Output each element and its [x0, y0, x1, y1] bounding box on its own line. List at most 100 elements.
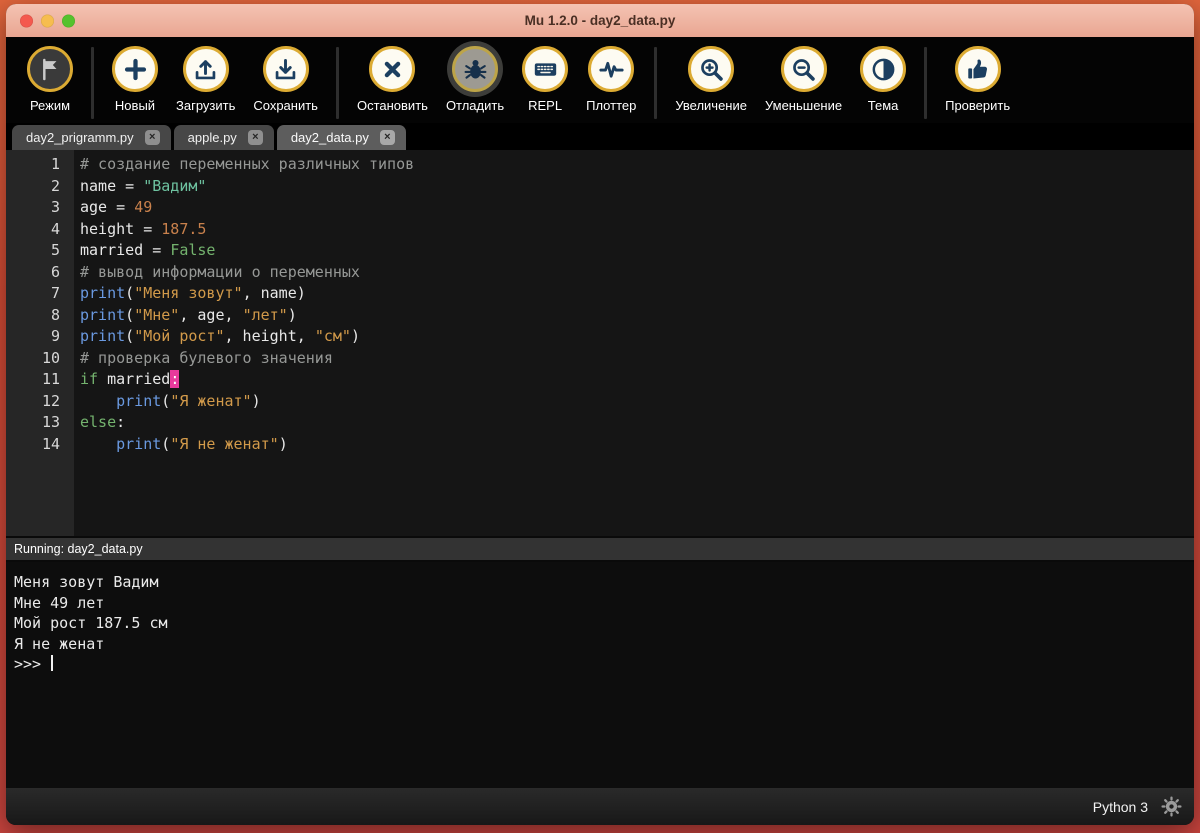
- code-editor[interactable]: 1 2 3 4 5 6 7 8 9 10 11 12 13 14 # создание переменны…: [6, 150, 1194, 536]
- tab-day2_prigramm.py[interactable]: day2_prigramm.py ×: [12, 125, 171, 150]
- close-window-button[interactable]: [20, 14, 33, 27]
- zoom-in-button[interactable]: Увеличение: [666, 44, 756, 115]
- zoom-out-button[interactable]: Уменьшение: [756, 44, 851, 115]
- zoom-window-button[interactable]: [62, 14, 75, 27]
- code-token: else: [80, 413, 117, 431]
- code-line: married = False: [80, 240, 1194, 262]
- settings-gear-icon[interactable]: [1161, 796, 1182, 817]
- debug-button[interactable]: Отладить: [437, 44, 513, 115]
- new-plus-icon: [112, 46, 158, 92]
- line-number: 7: [50, 284, 60, 302]
- code-line: print("Меня зовут", name): [80, 283, 1194, 305]
- toolbar: Режим Новый Загрузить Сохранить Остановить От…: [6, 37, 1194, 123]
- code-token: 187.5: [161, 219, 207, 238]
- code-token: , height,: [224, 327, 315, 345]
- code-token: print: [80, 327, 126, 345]
- toolbar-button-label: Отладить: [445, 98, 505, 113]
- python-mode-label: Python 3: [1092, 798, 1148, 815]
- running-status-text: Running: day2_data.py: [14, 542, 143, 556]
- toolbar-separator: [654, 47, 658, 119]
- repl-caret: [51, 655, 54, 671]
- running-status-bar: Running: day2_data.py: [6, 536, 1194, 562]
- stop-button[interactable]: Остановить: [348, 44, 437, 115]
- toolbar-button-label: Новый: [114, 98, 156, 113]
- code-area[interactable]: # создание переменных различных типов nam…: [74, 150, 1194, 536]
- line-number: 5: [50, 241, 60, 259]
- code-token: ): [287, 305, 297, 324]
- line-number: 6: [50, 262, 60, 281]
- repl-button[interactable]: REPL: [513, 44, 577, 115]
- tab-close-icon[interactable]: ×: [379, 130, 395, 145]
- desktop-background: Mu 1.2.0 - day2_data.py Режим Новый Загруз…: [0, 0, 1200, 833]
- code-token: height =: [80, 219, 162, 238]
- code-token: , age,: [179, 305, 243, 324]
- code-token: # вывод информации о переменных: [80, 262, 360, 281]
- tab-label: apple.py: [187, 130, 237, 145]
- code-token: # создание переменных различных типов: [80, 155, 415, 173]
- line-number: 12: [41, 391, 60, 410]
- code-token: ): [278, 434, 288, 453]
- code-token: (: [125, 305, 135, 324]
- window-title: Mu 1.2.0 - day2_data.py: [524, 13, 676, 28]
- code-token: False: [170, 241, 216, 259]
- mode-flag-icon: [27, 46, 73, 92]
- minimize-window-button[interactable]: [41, 14, 54, 27]
- toolbar-button-label: Режим: [29, 98, 71, 113]
- code-line: # создание переменных различных типов: [80, 154, 1194, 176]
- code-line: else:: [80, 412, 1194, 434]
- code-token: married =: [80, 241, 171, 259]
- traffic-lights: [20, 14, 75, 27]
- plotter-button[interactable]: Плоттер: [577, 44, 645, 115]
- toolbar-button-label: Тема: [867, 98, 899, 113]
- tab-day2_data.py[interactable]: day2_data.py ×: [276, 125, 406, 150]
- line-number: 1: [50, 155, 60, 173]
- toolbar-button-label: Увеличение: [675, 98, 747, 113]
- toolbar-button-label: Проверить: [945, 98, 1011, 113]
- repl-output-line: Меня зовут Вадим: [14, 573, 159, 591]
- code-token: "лет": [242, 305, 288, 324]
- code-line: # проверка булевого значения: [80, 348, 1194, 370]
- toolbar-separator: [91, 47, 94, 119]
- code-token: (: [161, 434, 171, 453]
- mode-button[interactable]: Режим: [18, 44, 82, 115]
- code-line: print("Мне", age, "лет"): [80, 305, 1194, 327]
- code-token: print: [116, 434, 162, 453]
- line-number: 8: [50, 305, 60, 324]
- code-line: age = 49: [80, 197, 1194, 219]
- code-token: "Мне": [134, 305, 180, 324]
- line-number-gutter: 1 2 3 4 5 6 7 8 9 10 11 12 13 14: [6, 150, 74, 536]
- tab-label: day2_prigramm.py: [26, 130, 134, 145]
- code-token: 49: [134, 198, 153, 216]
- line-number: 14: [41, 434, 60, 453]
- zoom-out-icon: [780, 46, 827, 92]
- code-line: if married:: [80, 369, 1194, 391]
- toolbar-button-label: Плоттер: [586, 98, 637, 113]
- repl-prompt-line: >>>: [14, 654, 1194, 675]
- debug-bug-icon: [452, 46, 499, 92]
- repl-output-line: Мой рост 187.5 см: [14, 614, 168, 632]
- repl-output-line: Мне 49 лет: [14, 593, 105, 612]
- line-number: 4: [50, 219, 60, 238]
- toolbar-separator: [924, 47, 928, 119]
- code-token: (: [125, 327, 135, 345]
- tab-close-icon[interactable]: ×: [144, 130, 160, 145]
- repl-prompt: >>>: [14, 655, 51, 673]
- save-button[interactable]: Сохранить: [244, 44, 327, 115]
- toolbar-button-label: Загрузить: [176, 98, 236, 113]
- tab-apple.py[interactable]: apple.py ×: [173, 125, 274, 150]
- tab-close-icon[interactable]: ×: [247, 130, 263, 145]
- code-token: "Я не женат": [170, 434, 279, 453]
- new-button[interactable]: Новый: [103, 44, 167, 115]
- load-upload-icon: [182, 46, 229, 92]
- tab-bar: day2_prigramm.py × apple.py × day2_data.py ×: [6, 123, 1194, 150]
- repl-output-pane[interactable]: Меня зовут Вадим Мне 49 лет Мой рост 187.5…: [6, 562, 1194, 788]
- code-token: ): [251, 391, 261, 410]
- check-button[interactable]: Проверить: [936, 44, 1019, 115]
- line-number: 3: [50, 198, 60, 216]
- code-token: print: [80, 284, 126, 302]
- code-line: print("Мой рост", height, "см"): [80, 326, 1194, 348]
- theme-button[interactable]: Тема: [851, 44, 915, 115]
- load-button[interactable]: Загрузить: [167, 44, 244, 115]
- repl-output-line: Я не женат: [14, 634, 105, 653]
